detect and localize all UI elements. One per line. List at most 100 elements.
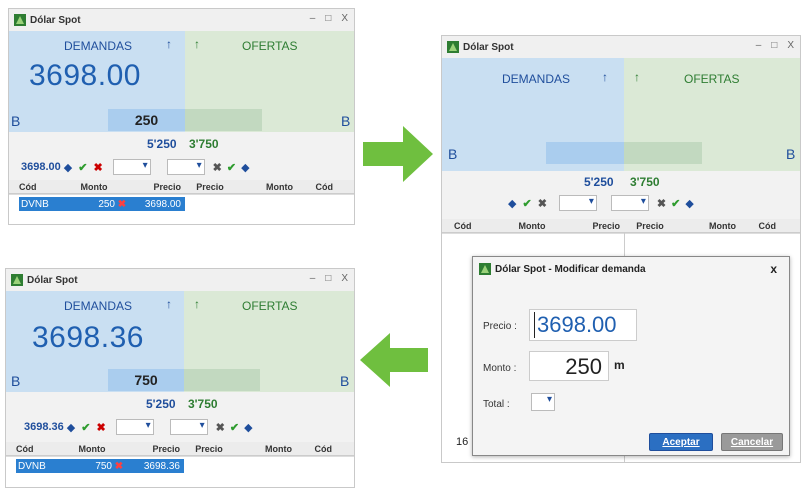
precio-label: Precio : [483,321,517,332]
bid-select[interactable] [558,195,597,211]
minimize-button[interactable]: – [310,13,316,24]
bid-select[interactable] [112,159,151,175]
total-ofertas: 3'750 [630,175,660,189]
row-monto: 250 [98,198,115,210]
col-cod[interactable]: Cód [442,221,498,231]
col-monto-offer[interactable]: Monto [676,221,736,231]
offer-clear-icon[interactable]: ✖ [213,161,222,174]
ofertas-sort-icon[interactable]: ↑ [634,70,640,84]
price-spinner-icon[interactable]: ◆ [64,161,72,174]
col-monto[interactable]: Monto [58,444,126,454]
maximize-button[interactable]: □ [771,40,777,51]
demandas-sort-icon[interactable]: ↑ [166,297,172,311]
col-cod[interactable]: Cód [6,444,58,454]
demandas-header[interactable]: DEMANDAS [64,39,132,53]
maximize-button[interactable]: □ [325,273,331,284]
demandas-sort-icon[interactable]: ↑ [602,70,608,84]
title-bar[interactable]: Dólar Spot – □ X [442,36,800,58]
minimize-button[interactable]: – [310,273,316,284]
bid-quantity: 250 [108,109,185,131]
monto-input[interactable]: 250 [529,351,609,381]
offer-clear-icon[interactable]: ✖ [216,421,225,434]
col-precio[interactable]: Precio [127,182,185,192]
minimize-button[interactable]: – [756,40,762,51]
dialog-title: Dólar Spot - Modificar demanda [495,263,646,275]
ofertas-sort-icon[interactable]: ↑ [194,297,200,311]
offer-clear-icon[interactable]: ✖ [657,197,666,210]
cancel-x-icon[interactable]: ✖ [538,197,547,210]
col-precio-offer[interactable]: Precio [185,182,235,192]
row-delete-icon[interactable]: ✖ [115,199,129,210]
close-button[interactable]: X [787,40,794,51]
best-bid-price: 3698.36 [32,321,144,354]
total-ofertas: 3'750 [188,397,218,411]
column-header-row: Cód Monto Precio Precio Monto Cód [9,180,354,194]
app-logo-icon [479,263,491,275]
ofertas-header[interactable]: OFERTAS [242,299,298,313]
bid-select[interactable] [115,419,154,435]
maximize-button[interactable]: □ [325,13,331,24]
close-button[interactable]: X [341,273,348,284]
total-label: Total : [483,399,510,410]
price-spinner-icon[interactable]: ◆ [508,197,516,210]
buy-side-letter: B [11,113,21,129]
offer-check-icon[interactable]: ✔ [671,197,680,210]
col-cod-offer[interactable]: Cód [736,221,777,231]
price-spinner-icon[interactable]: ◆ [67,421,75,434]
best-bid-price: 3698.00 [29,59,141,92]
title-bar[interactable]: Dólar Spot – □ X [9,9,354,31]
dialog-close-button[interactable]: x [770,262,777,276]
col-monto[interactable]: Monto [61,182,127,192]
bid-quantity: 750 [108,369,184,391]
offer-select[interactable] [166,159,205,175]
col-cod-offer[interactable]: Cód [293,182,334,192]
col-monto-offer[interactable]: Monto [235,182,293,192]
bid-quantity-bar [546,142,624,164]
table-row[interactable]: DVNB 750 ✖ 3698.36 [16,459,184,473]
col-cod-offer[interactable]: Cód [292,444,333,454]
offer-check-icon[interactable]: ✔ [230,421,239,434]
bid-price-input[interactable]: 3698.36 [24,421,64,433]
behind-text: 16 [456,436,469,448]
app-logo-icon [14,14,26,26]
col-precio-offer[interactable]: Precio [184,444,234,454]
demandas-header[interactable]: DEMANDAS [64,299,132,313]
col-monto[interactable]: Monto [498,221,566,231]
right-arrow-icon [363,126,433,182]
cancel-x-icon[interactable]: ✖ [96,421,105,434]
ofertas-header[interactable]: OFERTAS [242,39,298,53]
offer-spinner-icon[interactable]: ◆ [685,197,693,210]
offer-spinner-icon[interactable]: ◆ [241,161,249,174]
col-cod[interactable]: Cód [9,182,61,192]
dialog-title-bar[interactable]: Dólar Spot - Modificar demanda x [473,257,789,281]
confirm-check-icon[interactable]: ✔ [81,421,90,434]
title-bar[interactable]: Dólar Spot – □ X [6,269,354,291]
bid-price-input[interactable]: 3698.00 [21,161,61,173]
confirm-check-icon[interactable]: ✔ [78,161,87,174]
offer-check-icon[interactable]: ✔ [227,161,236,174]
confirm-check-icon[interactable]: ✔ [522,197,531,210]
demandas-sort-icon[interactable]: ↑ [166,37,172,51]
col-monto-offer[interactable]: Monto [234,444,292,454]
col-precio[interactable]: Precio [566,221,624,231]
cancel-button[interactable]: Cancelar [721,433,783,451]
col-precio-offer[interactable]: Precio [624,221,676,231]
total-select[interactable] [531,393,555,411]
demandas-header[interactable]: DEMANDAS [502,72,570,86]
total-demandas: 5'250 [146,397,176,411]
offer-select[interactable] [169,419,208,435]
offer-select[interactable] [610,195,649,211]
accept-button[interactable]: Aceptar [649,433,713,451]
ofertas-header[interactable]: OFERTAS [684,72,740,86]
ofertas-sort-icon[interactable]: ↑ [194,37,200,51]
close-button[interactable]: X [341,13,348,24]
app-logo-icon [447,41,459,53]
precio-input[interactable]: 3698.00 [529,309,637,341]
col-precio[interactable]: Precio [126,444,184,454]
row-delete-icon[interactable]: ✖ [112,461,126,472]
table-row[interactable]: DVNB 250 ✖ 3698.00 [19,197,185,211]
buy-side-letter: B [448,146,458,162]
window-bottom-left: Dólar Spot – □ X DEMANDAS ↑ ↑ OFERTAS 36… [5,268,355,488]
offer-spinner-icon[interactable]: ◆ [244,421,252,434]
cancel-x-icon[interactable]: ✖ [93,161,102,174]
